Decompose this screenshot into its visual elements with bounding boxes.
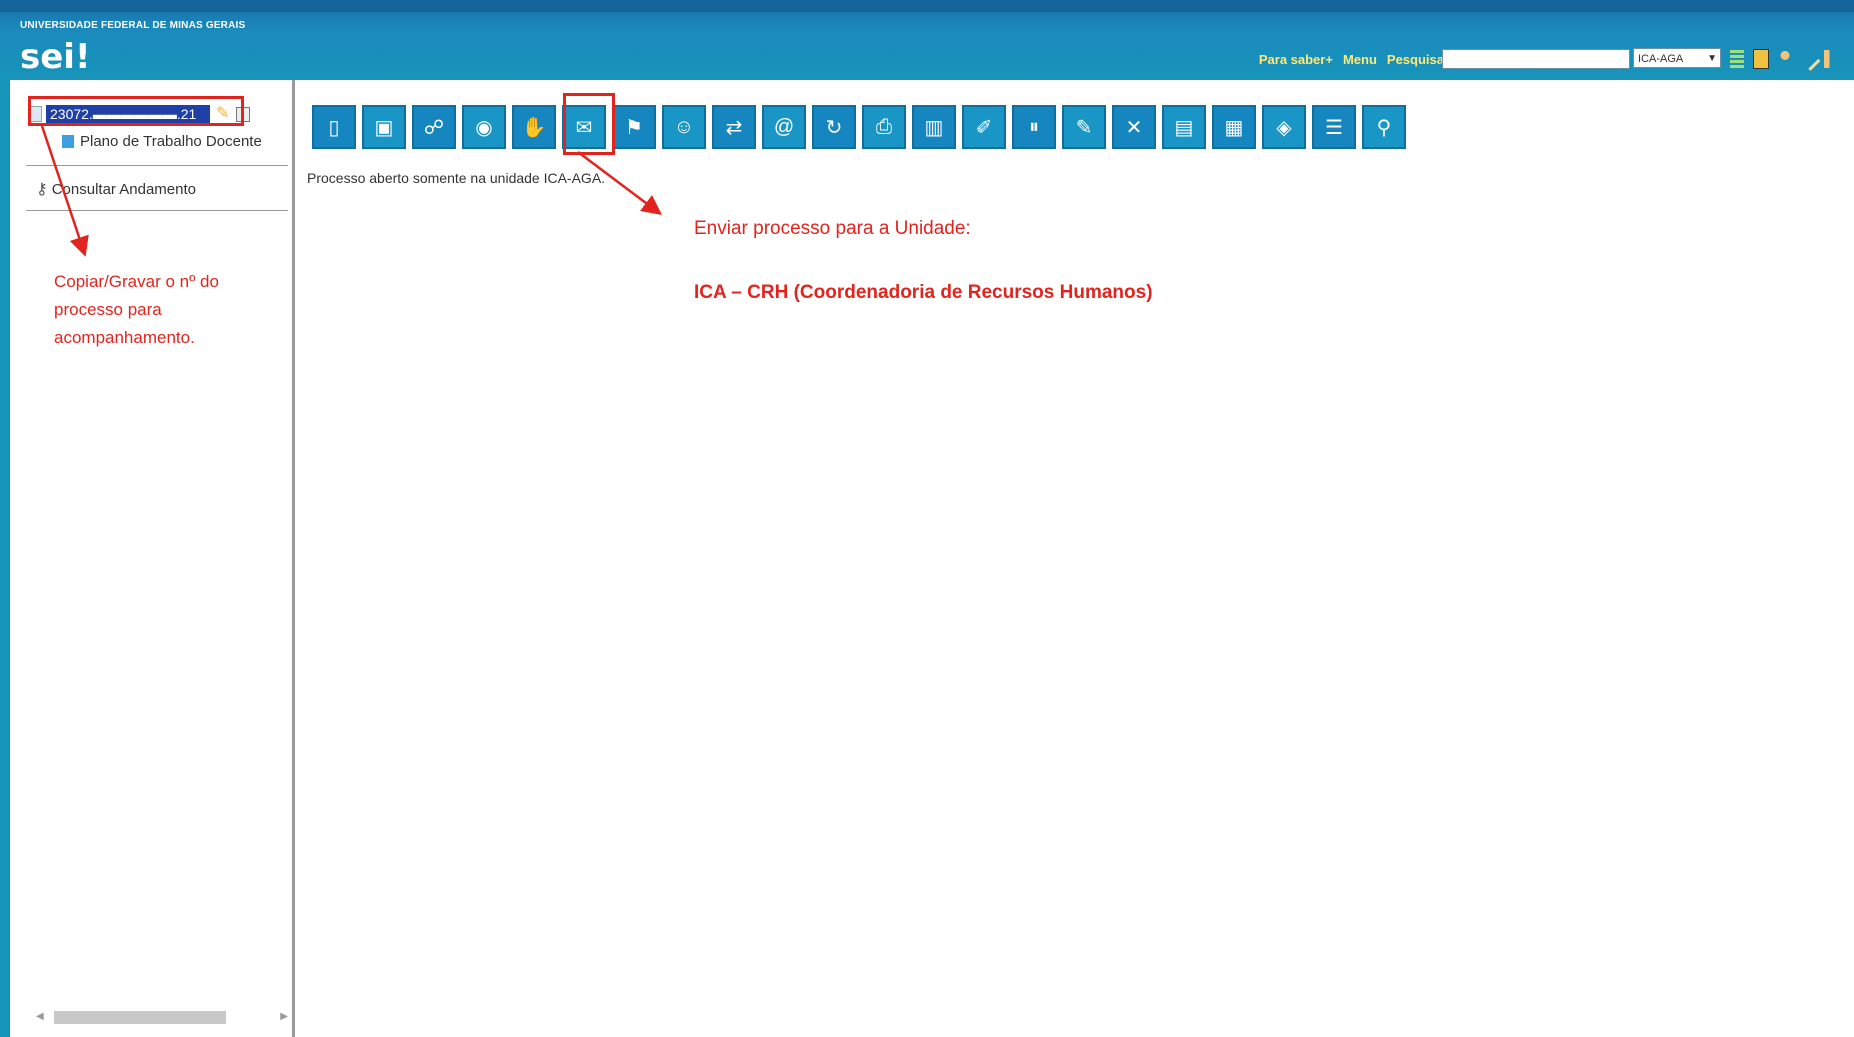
arrow-to-left-note — [40, 125, 89, 257]
arrow-to-right-note — [577, 151, 662, 215]
annotation-arrows — [40, 125, 662, 257]
